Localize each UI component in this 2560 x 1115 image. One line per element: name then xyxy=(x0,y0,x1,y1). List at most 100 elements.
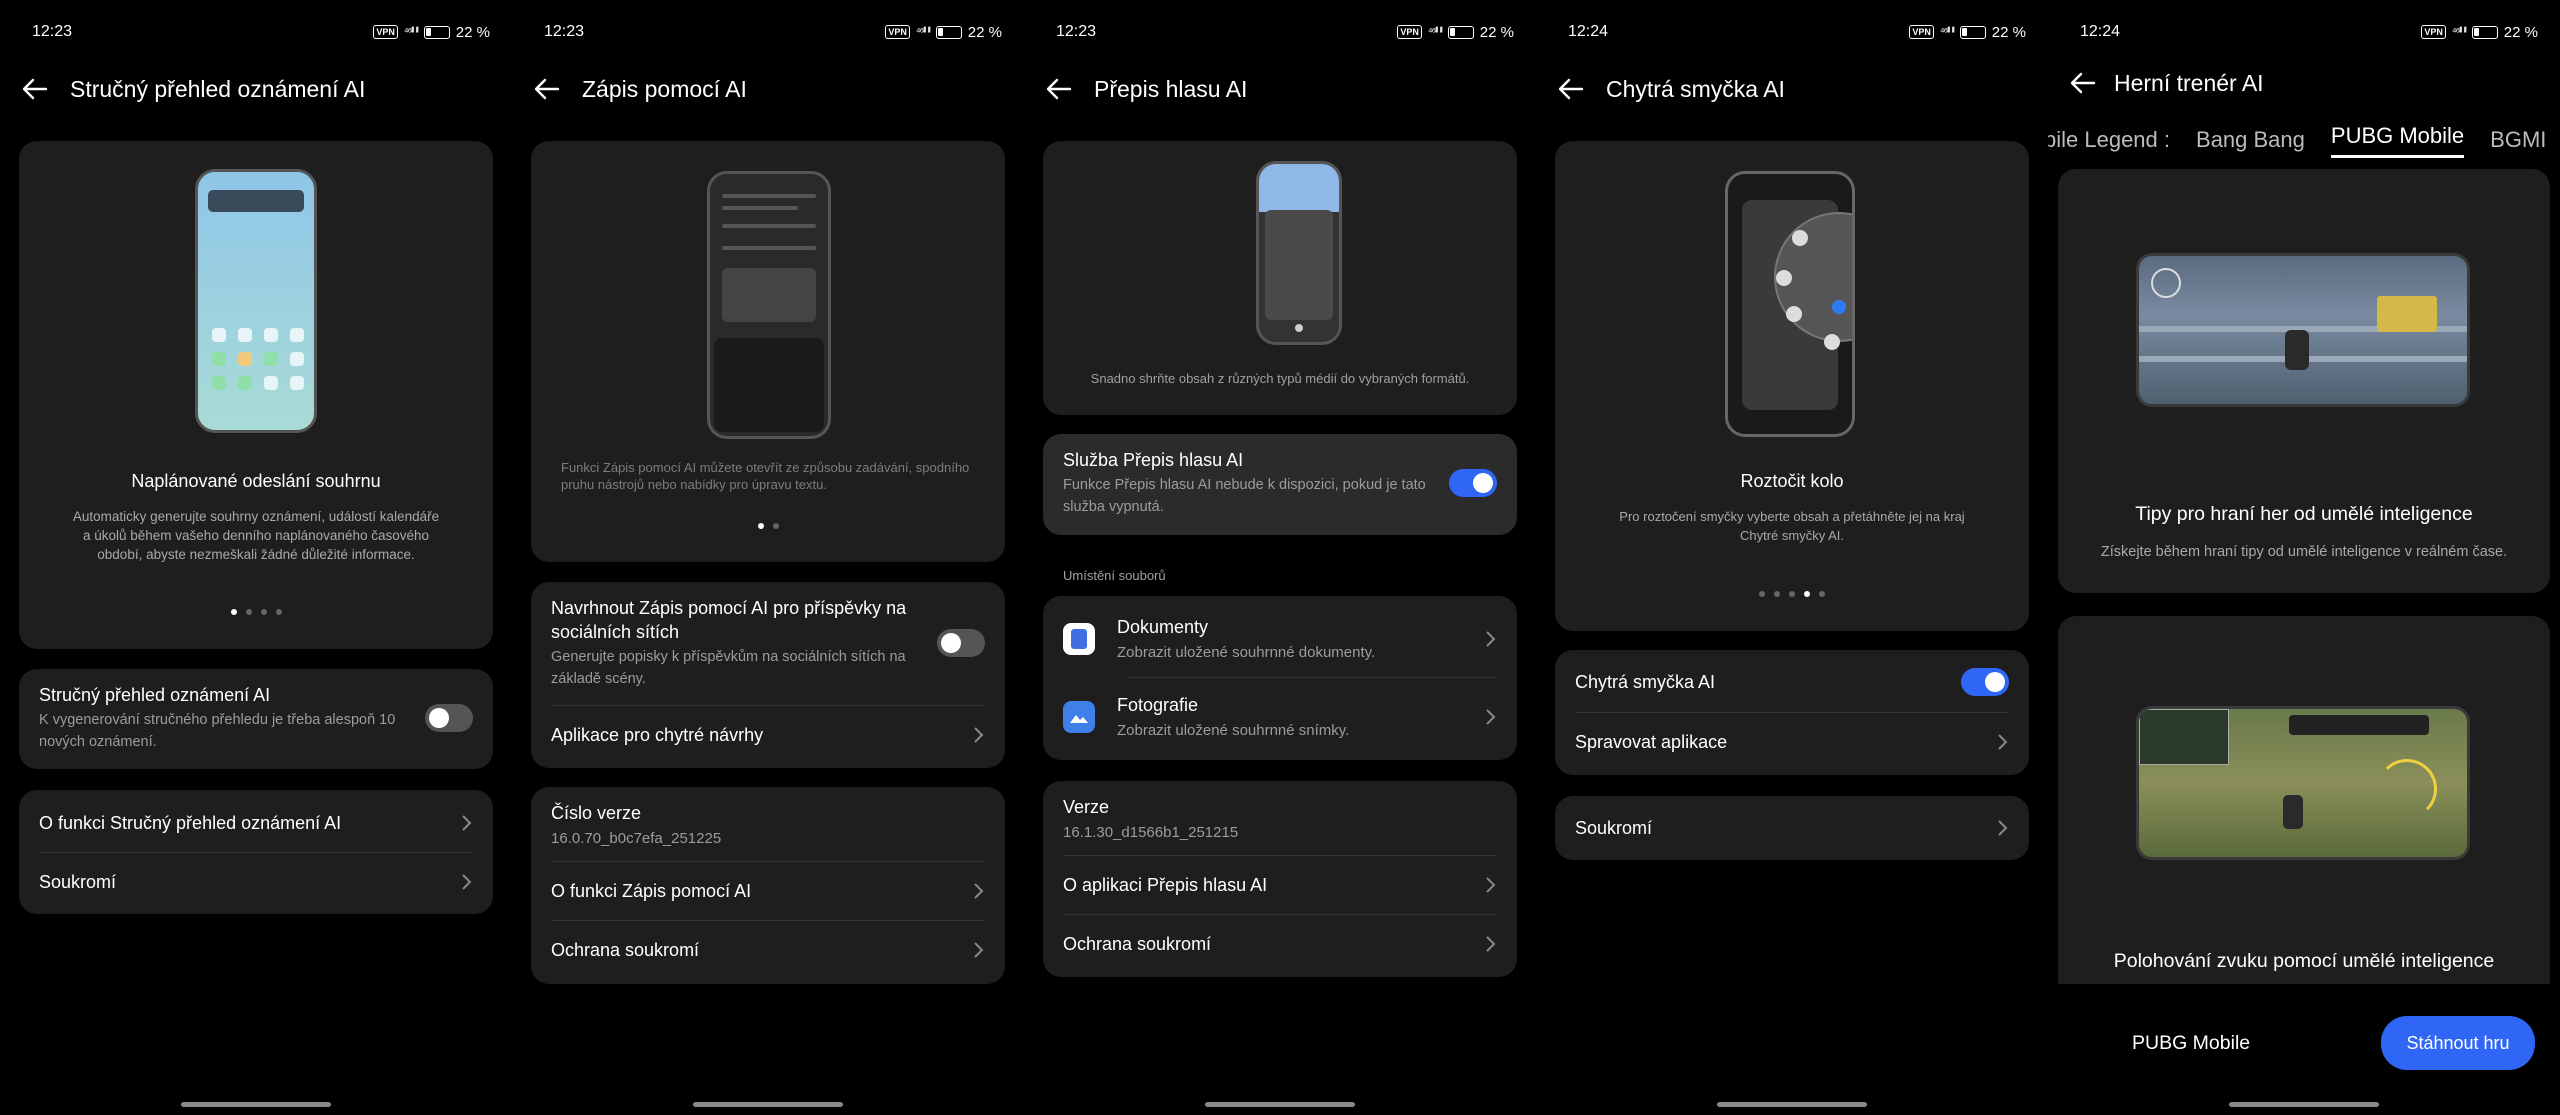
chevron-right-icon xyxy=(1486,631,1496,647)
card-caption: Snadno shrňte obsah z různých typů médií… xyxy=(1090,371,1470,386)
home-indicator[interactable] xyxy=(2229,1102,2379,1107)
smart-loop-toggle[interactable] xyxy=(1961,668,2009,696)
feature-card-sound: Polohování zvuku pomocí umělé inteligenc… xyxy=(2058,616,2550,1036)
tab-bgmi[interactable]: BGMI xyxy=(2490,127,2546,153)
files-card: Dokumenty Zobrazit uložené souhrnné doku… xyxy=(1043,596,1517,760)
social-suggest-toggle-row[interactable]: Navrhnout Zápis pomocí AI pro příspěvky … xyxy=(531,596,1005,690)
status-bar: 12:23 VPN ⁴⁶ᴵˡˡ ᴵˡˡ 22 % xyxy=(1056,22,1514,42)
row-title: Stručný přehled oznámení AI xyxy=(39,685,271,705)
page-title: Přepis hlasu AI xyxy=(1094,75,1248,102)
service-toggle-card: Služba Přepis hlasu AI Funkce Přepis hla… xyxy=(1043,434,1517,535)
panel-ai-smart-loop: 12:24 VPN ⁴⁶ᴵˡˡ ᴵˡˡ 22 % Chytrá smyčka A… xyxy=(1536,0,2048,1115)
home-indicator[interactable] xyxy=(1205,1102,1355,1107)
smart-suggest-apps-link[interactable]: Aplikace pro chytré návrhy xyxy=(531,720,1005,750)
feature-card-tips: Tipy pro hraní her od umělé inteligence … xyxy=(2058,169,2550,593)
page-header: Přepis hlasu AI xyxy=(1042,70,1518,108)
indicator-dot xyxy=(1789,591,1795,597)
home-indicator[interactable] xyxy=(693,1102,843,1107)
tab-pubg-mobile[interactable]: PUBG Mobile xyxy=(2330,123,2465,158)
signal-icon: ⁴⁶ᴵˡˡ ᴵˡˡ xyxy=(1427,26,1443,38)
page-indicator xyxy=(1555,591,2029,597)
chevron-right-icon xyxy=(462,874,472,890)
signal-icon: ⁴⁶ᴵˡˡ ᴵˡˡ xyxy=(403,26,419,38)
summary-toggle-row[interactable]: Stručný přehled oznámení AI K vygenerová… xyxy=(19,683,493,753)
section-label: Umístění souborů xyxy=(1063,568,1166,583)
status-bar: 12:24 VPN ⁴⁶ᴵˡˡ ᴵˡˡ 22 % xyxy=(2080,22,2538,42)
illustration-card: Roztočit kolo Pro roztočení smyčky vyber… xyxy=(1555,141,2029,631)
tab-mobile-legends[interactable]: bile Legend : xyxy=(2048,127,2170,153)
home-indicator[interactable] xyxy=(1717,1102,1867,1107)
page-header: Zápis pomocí AI xyxy=(530,70,1006,108)
page-title: Stručný přehled oznámení AI xyxy=(70,75,366,102)
back-arrow-icon[interactable] xyxy=(530,72,564,106)
about-link[interactable]: O aplikaci Přepis hlasu AI xyxy=(1043,870,1517,900)
documents-row[interactable]: Dokumenty Zobrazit uložené souhrnné doku… xyxy=(1043,616,1517,662)
chevron-right-icon xyxy=(974,727,984,743)
back-arrow-icon[interactable] xyxy=(18,72,52,106)
vpn-icon: VPN xyxy=(2421,25,2446,39)
status-time: 12:24 xyxy=(1568,23,1609,40)
battery-level: 22 % xyxy=(967,23,1002,41)
about-link[interactable]: O funkci Zápis pomocí AI xyxy=(531,876,1005,906)
social-suggest-toggle[interactable] xyxy=(937,629,985,657)
bottom-download-bar: PUBG Mobile Stáhnout hru xyxy=(2048,984,2560,1115)
phone-illustration xyxy=(195,169,317,433)
battery-icon xyxy=(1959,25,1986,39)
back-arrow-icon[interactable] xyxy=(1554,72,1588,106)
row-subtitle: Generujte popisky k příspěvkům na sociál… xyxy=(551,649,906,687)
vpn-icon: VPN xyxy=(1397,25,1422,39)
tab-bang-bang[interactable]: Bang Bang xyxy=(2196,127,2305,153)
setting-card: Chytrá smyčka AI Spravovat aplikace xyxy=(1555,650,2029,775)
photos-row[interactable]: Fotografie Zobrazit uložené souhrnné sní… xyxy=(1043,694,1517,740)
battery-level: 22 % xyxy=(1479,23,1514,41)
feature-title: Tipy pro hraní her od umělé inteligence xyxy=(2135,503,2473,525)
back-arrow-icon[interactable] xyxy=(1042,72,1076,106)
download-game-button[interactable]: Stáhnout hru xyxy=(2381,1016,2535,1070)
chevron-right-icon xyxy=(974,883,984,899)
documents-icon xyxy=(1063,623,1095,655)
service-toggle[interactable] xyxy=(1449,469,1497,497)
home-indicator[interactable] xyxy=(181,1102,331,1107)
indicator-dot xyxy=(245,609,252,615)
back-arrow-icon[interactable] xyxy=(2066,66,2100,100)
game-tabs: bile Legend : Bang Bang PUBG Mobile BGMI xyxy=(2048,120,2560,160)
illustration-card: Funkci Zápis pomocí AI můžete otevřít ze… xyxy=(531,141,1005,562)
status-time: 12:24 xyxy=(2080,23,2121,40)
about-link[interactable]: O funkci Stručný přehled oznámení AI xyxy=(19,808,493,838)
indicator-dot xyxy=(757,523,764,529)
info-card: Verze 16.1.30_d1566b1_251215 O aplikaci … xyxy=(1043,781,1517,977)
privacy-link[interactable]: Soukromí xyxy=(1555,813,2029,843)
privacy-link[interactable]: Ochrana soukromí xyxy=(531,935,1005,965)
signal-icon: ⁴⁶ᴵˡˡ ᴵˡˡ xyxy=(2451,26,2467,38)
battery-icon xyxy=(423,25,450,39)
page-title: Herní trenér AI xyxy=(2114,69,2264,96)
signal-icon: ⁴⁶ᴵˡˡ ᴵˡˡ xyxy=(1939,26,1955,38)
photos-icon xyxy=(1063,701,1095,733)
row-title: Navrhnout Zápis pomocí AI pro příspěvky … xyxy=(551,598,907,642)
page-header: Herní trenér AI xyxy=(2066,64,2542,102)
vpn-icon: VPN xyxy=(373,25,398,39)
service-toggle-row[interactable]: Služba Přepis hlasu AI Funkce Přepis hla… xyxy=(1043,448,1517,518)
links-card: Soukromí xyxy=(1555,796,2029,860)
version-row: Číslo verze 16.0.70_b0c7efa_251225 xyxy=(531,801,1005,850)
smart-loop-toggle-row[interactable]: Chytrá smyčka AI xyxy=(1555,666,2029,698)
signal-icon: ⁴⁶ᴵˡˡ ᴵˡˡ xyxy=(915,26,931,38)
version-row: Verze 16.1.30_d1566b1_251215 xyxy=(1043,795,1517,844)
indicator-dot xyxy=(1819,591,1825,597)
privacy-link[interactable]: Soukromí xyxy=(19,867,493,897)
version-value: 16.0.70_b0c7efa_251225 xyxy=(551,830,722,847)
battery-icon xyxy=(935,25,962,39)
chevron-right-icon xyxy=(462,815,472,831)
card-caption: Funkci Zápis pomocí AI můžete otevřít ze… xyxy=(561,460,970,492)
status-time: 12:23 xyxy=(32,23,73,40)
page-header: Stručný přehled oznámení AI xyxy=(18,70,494,108)
summary-toggle[interactable] xyxy=(425,704,473,732)
card-heading: Roztočit kolo xyxy=(1740,471,1844,491)
setting-card: Navrhnout Zápis pomocí AI pro příspěvky … xyxy=(531,582,1005,768)
panel-ai-notification-summary: 12:23 VPN ⁴⁶ᴵˡˡ ᴵˡˡ 22 % Stručný přehled… xyxy=(0,0,512,1115)
pubg-screenshot-image xyxy=(2136,253,2470,407)
privacy-link[interactable]: Ochrana soukromí xyxy=(1043,929,1517,959)
indicator-dot xyxy=(772,523,779,529)
manage-apps-link[interactable]: Spravovat aplikace xyxy=(1555,727,2029,757)
page-indicator xyxy=(19,609,493,615)
